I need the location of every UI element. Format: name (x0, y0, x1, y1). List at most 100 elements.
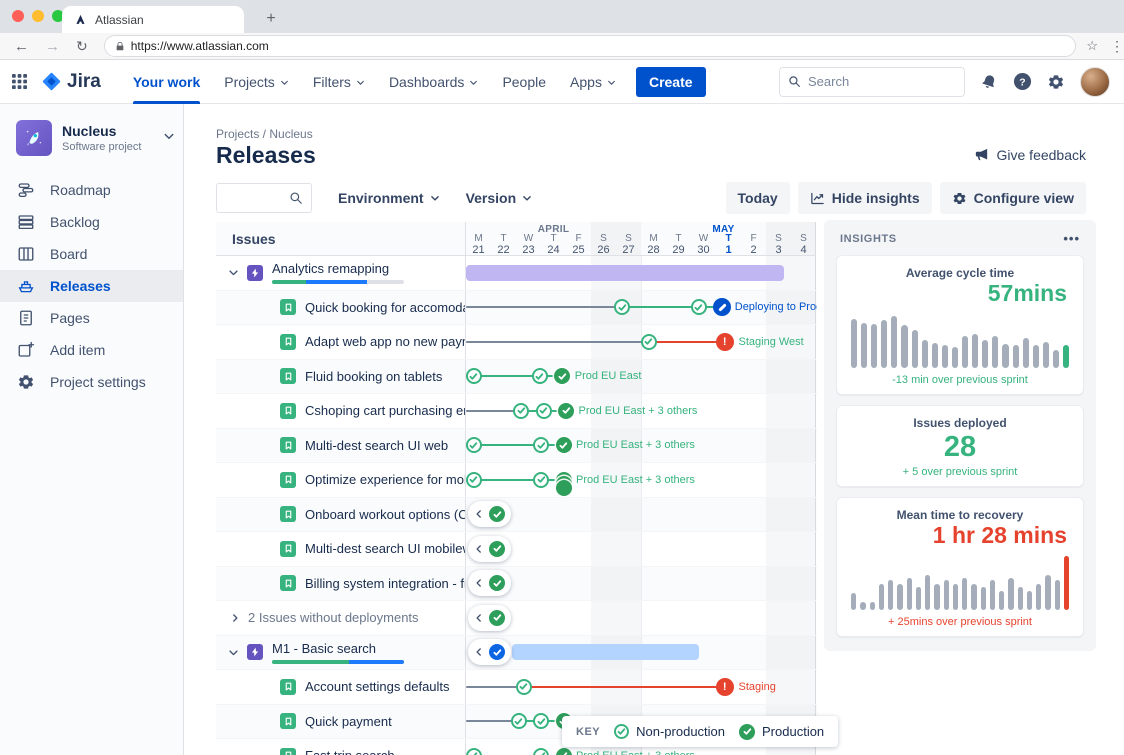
minimize-window-button[interactable] (32, 10, 44, 22)
deployment-production-icon[interactable] (556, 748, 572, 755)
nav-item-people[interactable]: People (492, 60, 556, 104)
issue-row[interactable]: Fluid booking on tabletsProd EU East (216, 360, 817, 395)
issue-cell[interactable]: Cshoping cart purchasing error - quick (216, 394, 466, 428)
issue-row[interactable]: Multi-dest search UI webProd EU East + 3… (216, 429, 817, 464)
issue-cell[interactable]: Billing system integration - frontend (216, 567, 466, 601)
deployment-nonprod-icon[interactable] (536, 403, 552, 419)
create-button[interactable]: Create (636, 67, 706, 97)
deployment-production-icon[interactable] (558, 403, 574, 419)
deployment-nonprod-icon[interactable] (614, 299, 630, 315)
collapsed-deployments-pill[interactable] (468, 570, 511, 596)
reload-icon[interactable]: ↻ (76, 38, 88, 55)
chevron-down-icon[interactable] (228, 267, 239, 278)
nav-item-filters[interactable]: Filters (303, 60, 375, 104)
issue-row[interactable]: Adapt web app no new payments provi!Stag… (216, 325, 817, 360)
epic-duration-bar[interactable] (466, 265, 784, 281)
nav-item-dashboards[interactable]: Dashboards (379, 60, 489, 104)
settings-gear-icon[interactable] (1047, 73, 1065, 91)
sidebar-item-pages[interactable]: Pages (0, 302, 183, 334)
sidebar-item-roadmap[interactable]: Roadmap (0, 174, 183, 206)
browser-menu-icon[interactable]: ⋮ (1110, 38, 1124, 55)
version-bar[interactable] (512, 644, 698, 660)
issue-row[interactable]: Quick booking for accomodationsDeploying… (216, 291, 817, 326)
epic-row[interactable]: Analytics remapping (216, 256, 817, 291)
deployment-nonprod-icon[interactable] (691, 299, 707, 315)
deployment-nonprod-icon[interactable] (533, 713, 549, 729)
issue-row[interactable]: Onboard workout options (OWO) (216, 498, 817, 533)
issue-cell[interactable]: Multi-dest search UI mobileweb (216, 532, 466, 566)
epic-row[interactable]: M1 - Basic search (216, 636, 817, 671)
project-switcher[interactable]: Nucleus Software project (0, 104, 183, 170)
sidebar-item-add-item[interactable]: Add item (0, 334, 183, 366)
issue-row[interactable]: Cshoping cart purchasing error - quickPr… (216, 394, 817, 429)
back-icon[interactable]: ← (14, 38, 29, 55)
forward-icon[interactable]: → (45, 38, 60, 55)
issue-cell[interactable]: Onboard workout options (OWO) (216, 498, 466, 532)
deployment-nonprod-icon[interactable] (532, 368, 548, 384)
issue-cell[interactable]: Fluid booking on tablets (216, 360, 466, 394)
bookmark-star-icon[interactable]: ☆ (1086, 38, 1098, 54)
help-icon[interactable]: ? (1013, 72, 1032, 91)
sidebar-item-releases[interactable]: Releases (0, 270, 183, 302)
collapsed-deployments-pill[interactable] (468, 639, 511, 665)
deployment-nonprod-icon[interactable] (466, 748, 482, 755)
breadcrumb[interactable]: Projects / Nucleus (216, 127, 313, 141)
insights-menu-icon[interactable]: ••• (1063, 231, 1080, 246)
issue-cell[interactable]: Multi-dest search UI web (216, 429, 466, 463)
collapsed-deployments-pill[interactable] (468, 501, 511, 527)
new-tab-button[interactable]: + (258, 6, 284, 32)
notifications-bell-icon[interactable] (980, 73, 998, 91)
browser-tab[interactable]: Atlassian (62, 6, 244, 33)
window-controls[interactable] (12, 10, 64, 22)
deployment-nonprod-icon[interactable] (513, 403, 529, 419)
issue-cell[interactable]: M1 - Basic search (216, 636, 466, 670)
sidebar-item-board[interactable]: Board (0, 238, 183, 270)
issue-row[interactable]: Billing system integration - frontend (216, 567, 817, 602)
issue-cell[interactable]: Account settings defaults (216, 670, 466, 704)
issue-cell[interactable]: Fast trip search (216, 739, 466, 755)
deployment-warning-icon[interactable]: ! (716, 678, 734, 696)
collapsed-deployments-pill[interactable] (468, 536, 511, 562)
deployment-nonprod-icon[interactable] (641, 334, 657, 350)
version-filter[interactable]: Version (466, 190, 533, 206)
deployment-nonprod-icon[interactable] (533, 748, 549, 755)
configure-view-button[interactable]: Configure view (940, 182, 1086, 214)
sidebar-item-backlog[interactable]: Backlog (0, 206, 183, 238)
user-avatar[interactable] (1080, 67, 1110, 97)
issue-cell[interactable]: Optimize experience for mobile web (216, 463, 466, 497)
timeline-search[interactable] (216, 183, 312, 213)
deployment-warning-icon[interactable]: ! (716, 333, 734, 351)
deploying-icon[interactable] (713, 298, 731, 316)
sidebar-item-project-settings[interactable]: Project settings (0, 366, 183, 398)
nav-item-your-work[interactable]: Your work (123, 60, 210, 104)
today-button[interactable]: Today (726, 182, 790, 214)
chevron-right-icon[interactable] (230, 613, 240, 623)
issue-cell[interactable]: Adapt web app no new payments provi (216, 325, 466, 359)
nav-item-apps[interactable]: Apps (560, 60, 626, 104)
close-window-button[interactable] (12, 10, 24, 22)
issue-cell[interactable]: Quick booking for accomodations (216, 291, 466, 325)
environment-filter[interactable]: Environment (338, 190, 440, 206)
deployment-nonprod-icon[interactable] (516, 679, 532, 695)
issue-row[interactable]: Multi-dest search UI mobileweb (216, 532, 817, 567)
issue-cell[interactable]: Analytics remapping (216, 256, 466, 290)
issue-row[interactable]: Optimize experience for mobile webProd E… (216, 463, 817, 498)
give-feedback-button[interactable]: Give feedback (973, 146, 1087, 163)
global-search[interactable] (779, 67, 965, 97)
issue-cell[interactable]: 2 Issues without deployments (216, 601, 466, 635)
nav-item-projects[interactable]: Projects (214, 60, 299, 104)
deployment-production-icon[interactable] (556, 437, 572, 453)
deployment-nonprod-icon[interactable] (511, 713, 527, 729)
jira-logo[interactable]: Jira (41, 71, 101, 93)
timeline-search-input[interactable] (229, 191, 289, 206)
group-row[interactable]: 2 Issues without deployments (216, 601, 817, 636)
chevron-down-icon[interactable] (163, 129, 175, 147)
deployment-production-icon[interactable] (554, 368, 570, 384)
issue-row[interactable]: Account settings defaults!Staging (216, 670, 817, 705)
global-search-input[interactable] (808, 74, 938, 89)
deployment-nonprod-icon[interactable] (466, 472, 482, 488)
app-switcher-icon[interactable] (12, 74, 27, 89)
issue-cell[interactable]: Quick payment (216, 705, 466, 739)
deployment-nonprod-icon[interactable] (466, 437, 482, 453)
collapsed-deployments-pill[interactable] (468, 605, 511, 631)
